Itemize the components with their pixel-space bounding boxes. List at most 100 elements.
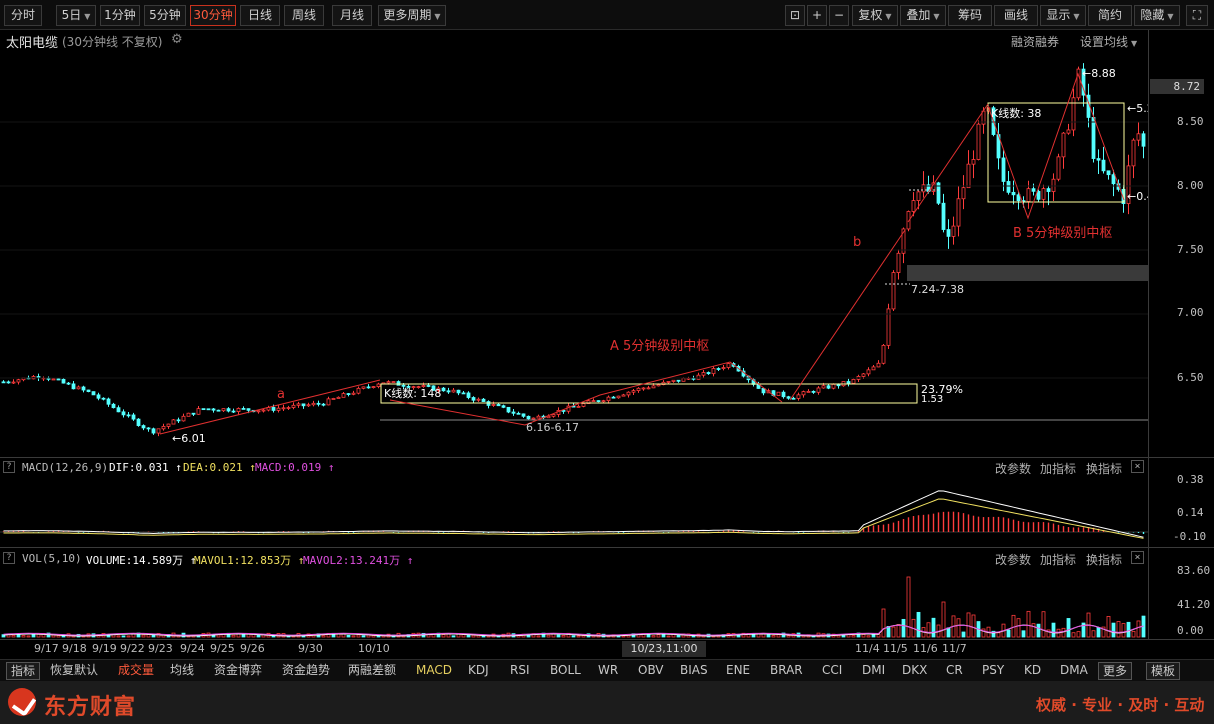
indicator-tab[interactable]: 均线 (170, 662, 194, 680)
date-label: 10/10 (358, 642, 390, 655)
volume-bar (56, 635, 61, 638)
params-button[interactable]: 改参数 (995, 460, 1031, 477)
macd-tick: 0.14 (1177, 506, 1204, 519)
period-button[interactable]: 5日 ▼ (56, 5, 96, 26)
indicator-tab[interactable]: 恢复默认 (50, 662, 98, 680)
volume-bar (1066, 618, 1071, 638)
add-indicator-button[interactable]: 加指标 (1040, 551, 1076, 568)
indicator-tab[interactable]: CR (946, 662, 963, 680)
period-toolbar: 分时 5日 ▼ 1分钟 5分钟 30分钟 日线 周线 月线 更多周期 ▼ ⊡ + − 复权 ▼ 叠加 ▼ 筹… (0, 0, 1214, 30)
candle (706, 371, 711, 375)
indicator-tab[interactable]: BIAS (680, 662, 708, 680)
candle (1136, 122, 1141, 147)
indicator-tab[interactable]: KD (1024, 662, 1041, 680)
indicator-tab[interactable]: MACD (416, 662, 452, 680)
indicator-tab[interactable]: CCI (822, 662, 842, 680)
period-button[interactable]: 月线 (332, 5, 372, 26)
indicator-tab[interactable]: 模板 (1146, 662, 1181, 680)
period-button[interactable]: 30分钟 (190, 5, 236, 26)
zoom-in-button[interactable]: + (807, 5, 827, 26)
volume-bar (321, 635, 326, 638)
toolbar-button[interactable]: 筹码 (948, 5, 992, 26)
toolbar-label: 复权 (858, 8, 883, 22)
volume-bar (21, 635, 26, 638)
volume-bar (656, 634, 661, 638)
candle (501, 404, 506, 409)
indicator-tab[interactable]: RSI (510, 662, 530, 680)
indicator-tab[interactable]: 指标 (6, 662, 41, 680)
candle (366, 384, 371, 389)
indicator-tab[interactable]: OBV (638, 662, 664, 680)
candle (666, 381, 671, 384)
period-button[interactable]: 更多周期 ▼ (378, 5, 446, 26)
set-ma-button[interactable]: 设置均线 ▼ (1080, 33, 1137, 50)
help-icon[interactable]: ? (3, 552, 15, 564)
volume-bar (346, 634, 351, 638)
candle (316, 400, 321, 407)
candle (116, 405, 121, 413)
swap-indicator-button[interactable]: 换指标 (1086, 460, 1122, 477)
period-button[interactable]: 日线 (240, 5, 280, 26)
indicator-tab[interactable]: PSY (982, 662, 1004, 680)
help-icon[interactable]: ? (3, 461, 15, 473)
pivot-label-a: A 5分钟级别中枢 (610, 338, 709, 354)
add-indicator-button[interactable]: 加指标 (1040, 460, 1076, 477)
toolbar-button[interactable]: 显示 ▼ (1040, 5, 1086, 26)
volume-bar (1006, 629, 1011, 638)
gear-icon[interactable]: ⚙ (171, 32, 183, 47)
candle (776, 391, 781, 396)
period-button[interactable]: 分时 (4, 5, 42, 26)
candle (951, 216, 956, 245)
stock-name: 太阳电缆 (6, 36, 59, 51)
swap-indicator-button[interactable]: 换指标 (1086, 551, 1122, 568)
indicator-tab[interactable]: WR (598, 662, 618, 680)
margin-trading-link[interactable]: 融资融券 (1011, 33, 1059, 50)
volume-bar (1111, 622, 1116, 638)
period-label: 30分钟 (193, 8, 233, 22)
lock-icon[interactable]: ⊡ (785, 5, 805, 26)
candle (301, 403, 306, 409)
indicator-tab[interactable]: 成交量 (118, 662, 154, 680)
candle (636, 387, 641, 393)
volume-bar (556, 634, 561, 638)
indicator-tab[interactable]: DKX (902, 662, 927, 680)
toolbar-button[interactable]: 隐藏 ▼ (1134, 5, 1180, 26)
candle (871, 365, 876, 371)
macd-macd-value: MACD:0.019 (255, 461, 322, 474)
volume-bar (1116, 621, 1121, 638)
indicator-tab[interactable]: 两融差额 (348, 662, 396, 680)
lower-val: 1.53 (921, 394, 943, 405)
period-button[interactable]: 5分钟 (144, 5, 186, 26)
macd-dif: DIF:0.031 ↑ (109, 461, 182, 474)
candle (646, 385, 651, 390)
candle (111, 402, 116, 409)
close-icon[interactable]: × (1131, 460, 1144, 473)
volume-bar (751, 633, 756, 638)
candle (391, 381, 396, 383)
params-button[interactable]: 改参数 (995, 551, 1031, 568)
indicator-tab[interactable]: DMI (862, 662, 885, 680)
period-button[interactable]: 1分钟 (100, 5, 140, 26)
k-count-b: K线数: 38 (991, 106, 1041, 120)
indicator-tab[interactable]: KDJ (468, 662, 489, 680)
indicator-tab[interactable]: DMA (1060, 662, 1088, 680)
period-button[interactable]: 周线 (284, 5, 324, 26)
candle (626, 391, 631, 398)
indicator-tab[interactable]: 资金博弈 (214, 662, 262, 680)
candle (136, 418, 141, 427)
toolbar-button[interactable]: 复权 ▼ (852, 5, 898, 26)
toolbar-button[interactable]: 简约 (1088, 5, 1132, 26)
date-label: 11/4 (855, 642, 880, 655)
indicator-tab[interactable]: BRAR (770, 662, 803, 680)
indicator-tab[interactable]: BOLL (550, 662, 581, 680)
indicator-tab[interactable]: 更多 (1098, 662, 1133, 680)
indicator-tab[interactable]: 资金趋势 (282, 662, 330, 680)
logo-icon (8, 688, 36, 716)
toolbar-button[interactable]: 画线 (994, 5, 1038, 26)
candle (761, 388, 766, 396)
zoom-out-button[interactable]: − (829, 5, 849, 26)
toolbar-button[interactable]: 叠加 ▼ (900, 5, 946, 26)
close-icon[interactable]: × (1131, 551, 1144, 564)
indicator-tab[interactable]: ENE (726, 662, 750, 680)
window-icon[interactable]: ⛶ (1186, 5, 1208, 26)
